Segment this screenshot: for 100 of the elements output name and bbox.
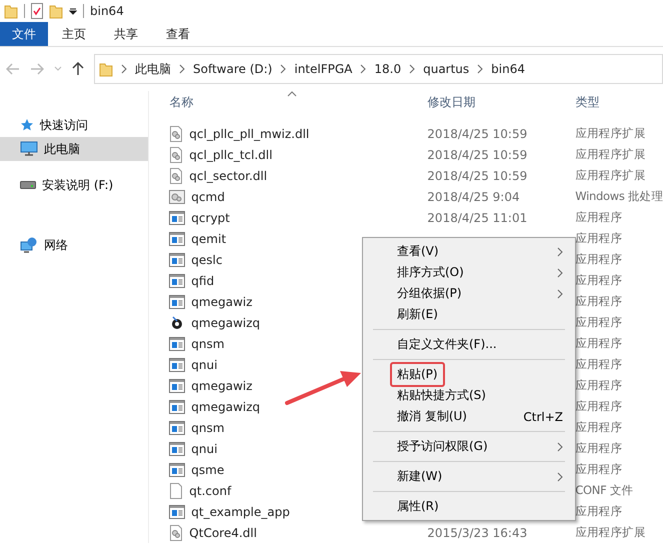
dll-file-icon — [169, 126, 184, 142]
ribbon-tab[interactable]: 共享 — [100, 22, 152, 46]
chevron-icon — [409, 64, 416, 74]
file-name[interactable]: qeslc — [191, 252, 222, 266]
breadcrumb[interactable]: bin64 — [491, 62, 525, 76]
forward-icon[interactable] — [30, 63, 44, 75]
menu-label: 排序方式(O) — [397, 264, 465, 281]
menu-item[interactable]: 刷新(E) — [363, 304, 575, 325]
back-icon[interactable] — [6, 63, 20, 75]
folder-icon[interactable] — [4, 3, 18, 19]
properties-icon[interactable] — [31, 3, 43, 19]
menu-item[interactable]: 分组依据(P) — [363, 283, 575, 304]
sidebar-item[interactable]: 此电脑 — [0, 137, 148, 161]
file-name[interactable]: qsme — [191, 462, 224, 476]
menu-item[interactable]: 属性(R) — [363, 496, 575, 517]
menu-label: 新建(W) — [397, 468, 444, 485]
type-cell-text: 应用程序 — [575, 504, 624, 519]
file-name[interactable]: qemit — [191, 232, 226, 246]
column-header[interactable]: 修改日期 — [427, 94, 576, 113]
sidebar-item[interactable]: 快速访问 — [0, 113, 148, 137]
type-cell-text: CONF 文件 — [575, 483, 634, 498]
menu-label: 分组依据(P) — [397, 285, 463, 302]
file-name[interactable]: qmegawiz — [191, 294, 252, 308]
chevron-icon — [477, 64, 484, 74]
menu-item[interactable]: 粘贴(P) — [363, 364, 575, 385]
file-name[interactable]: qnui — [191, 442, 218, 456]
gear-window-icon — [169, 190, 186, 204]
menu-item[interactable]: 撤消 复制(U) Ctrl+Z — [363, 406, 575, 427]
chevron-icon — [360, 64, 366, 74]
computer-icon — [20, 141, 38, 157]
highlight-box: 粘贴(P) — [390, 362, 445, 387]
application-icon — [169, 358, 186, 372]
menu-item[interactable]: 授予访问权限(G) — [363, 436, 575, 457]
breadcrumb[interactable]: 18.0 — [374, 62, 402, 76]
menu-label: 授予访问权限(G) — [397, 438, 489, 455]
type-cell-text: 应用程序 — [575, 399, 624, 414]
file-name[interactable]: qmegawiz — [191, 378, 252, 392]
application-icon — [169, 210, 186, 224]
new-folder-icon[interactable] — [49, 3, 63, 19]
window-title: bin64 — [90, 4, 124, 18]
application-icon — [169, 294, 186, 308]
column-header[interactable]: 名称 — [169, 94, 428, 113]
type-cell-text: 应用程序 — [575, 378, 624, 393]
menu-item[interactable]: 新建(W) — [363, 466, 575, 487]
type-cell-text: 应用程序 — [575, 357, 624, 372]
dll-file-icon — [169, 524, 184, 540]
file-name[interactable]: qmegawizq — [191, 316, 260, 330]
dll-file-icon — [169, 168, 184, 184]
sidebar-item[interactable]: 安装说明 (F:) — [0, 173, 148, 197]
type-cell-text: 应用程序 — [575, 294, 624, 309]
menu-item[interactable]: 查看(V) — [363, 241, 575, 262]
file-icon — [169, 482, 184, 498]
ribbon-tab[interactable]: 主页 — [48, 22, 100, 46]
menu-label: 刷新(E) — [397, 306, 439, 323]
file-name[interactable]: qcmd — [191, 190, 225, 204]
breadcrumb[interactable]: Software (D:) — [193, 62, 272, 76]
breadcrumb[interactable]: quartus — [423, 62, 470, 76]
file-name[interactable]: qt.conf — [189, 484, 232, 498]
file-name[interactable]: qnsm — [191, 420, 224, 434]
application-icon — [169, 462, 186, 476]
type-cell-text: 应用程序扩展 — [575, 147, 646, 162]
chevron-icon — [121, 64, 127, 74]
file-name[interactable]: qnsm — [191, 336, 224, 350]
menu-item[interactable]: 粘贴快捷方式(S) — [363, 385, 575, 406]
network-icon — [20, 237, 38, 253]
file-name[interactable]: qcl_sector.dll — [189, 168, 268, 182]
file-name[interactable]: qmegawizq — [191, 400, 260, 414]
date-cell: 2018/4/25 9:04 — [427, 190, 520, 204]
type-cell-text: 应用程序 — [575, 420, 624, 435]
sidebar-item[interactable]: 网络 — [0, 233, 148, 257]
type-cell-text: 应用程序 — [575, 210, 624, 225]
file-name[interactable]: qnui — [191, 358, 218, 372]
file-name[interactable]: qcrypt — [191, 210, 230, 224]
menu-item[interactable]: 自定义文件夹(F)... — [363, 334, 575, 355]
breadcrumb[interactable]: 此电脑 — [135, 60, 171, 78]
type-cell-text: 应用程序扩展 — [575, 168, 646, 183]
type-cell-text: 应用程序 — [575, 252, 624, 267]
menu-label: 查看(V) — [397, 243, 440, 260]
menu-label: 属性(R) — [397, 498, 440, 515]
application-icon — [169, 336, 186, 350]
date-cell: 2018/4/25 11:01 — [427, 210, 528, 224]
file-name[interactable]: qfid — [191, 274, 214, 288]
star-icon — [20, 118, 34, 132]
up-icon[interactable] — [72, 62, 84, 76]
dropdown-icon[interactable] — [69, 7, 77, 15]
date-cell: 2018/4/25 10:59 — [427, 126, 528, 140]
column-header[interactable]: 类型 — [575, 94, 663, 113]
menu-item[interactable]: 排序方式(O) — [363, 262, 575, 283]
ribbon-tab[interactable]: 文件 — [0, 22, 48, 46]
type-cell-text: 应用程序 — [575, 315, 624, 330]
caret-icon[interactable] — [54, 66, 62, 72]
ribbon-tab[interactable]: 查看 — [152, 22, 204, 46]
file-name[interactable]: qt_example_app — [191, 504, 290, 518]
type-cell-text: 应用程序 — [575, 462, 624, 477]
address-bar[interactable]: 此电脑 Software (D:) intelFPGA 18.0 quartus bin64 — [94, 54, 663, 84]
file-name[interactable]: qcl_pllc_pll_mwiz.dll — [189, 126, 310, 140]
file-name[interactable]: qcl_pllc_tcl.dll — [189, 148, 272, 162]
file-name[interactable]: QtCore4.dll — [189, 526, 257, 540]
breadcrumb[interactable]: intelFPGA — [294, 62, 352, 76]
application-icon — [169, 274, 186, 288]
